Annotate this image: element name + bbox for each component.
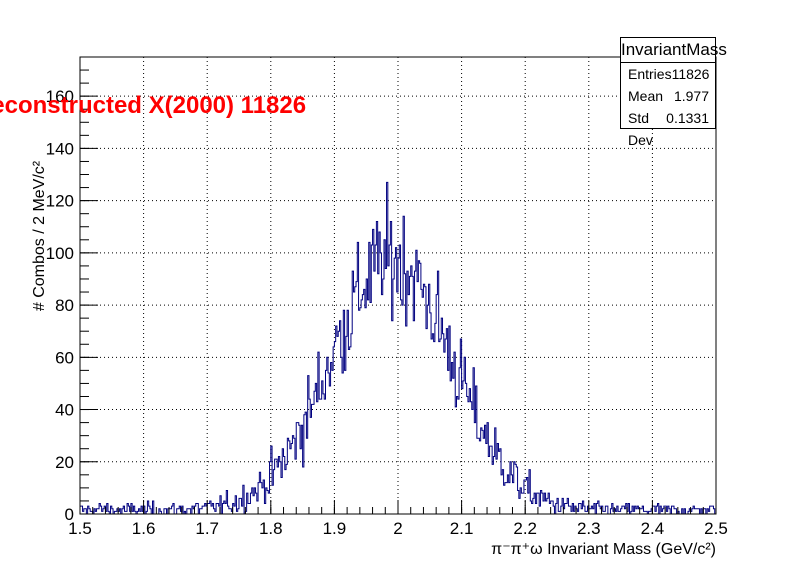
stats-label: Entries [628,66,672,82]
x-tick-label: 2.5 [704,519,728,538]
histogram-series [79,181,716,515]
y-tick-label: 140 [46,139,74,158]
x-tick-label: 2 [393,519,402,538]
y-tick-label: 40 [55,401,74,420]
x-tick-label: 2.3 [577,519,601,538]
stats-row-stddev: Std Dev 0.1331 [621,107,715,148]
y-tick-label: 20 [55,453,74,472]
x-axis: 1.5 1.6 1.7 1.8 1.9 2 2.1 2.2 2.3 2.4 2.5 [68,500,728,538]
x-tick-label: 1.6 [132,519,156,538]
stats-row-mean: Mean 1.977 [621,85,715,107]
y-tick-label: 60 [55,348,74,367]
stats-value: 0.1331 [666,110,709,126]
y-tick-label: 0 [65,505,74,524]
stats-title: InvariantMass [621,38,727,63]
x-tick-label: 2.4 [641,519,665,538]
x-tick-label: 1.7 [195,519,219,538]
stats-value: 11826 [671,66,710,82]
stats-row-entries: Entries 11826 [621,63,715,85]
stats-label: Mean [628,88,664,104]
y-axis-title: # Combos / 2 MeV/c² [31,160,48,311]
y-tick-label: 120 [46,192,74,211]
y-tick-label: 100 [46,244,74,263]
x-tick-label: 1.9 [323,519,347,538]
x-axis-title: π⁻π⁺ω Invariant Mass (GeV/c²) [491,541,716,558]
x-tick-label: 2.2 [513,519,537,538]
stats-value: 1.977 [673,88,709,104]
y-tick-label: 80 [55,296,74,315]
stats-box: InvariantMass Entries 11826 Mean 1.977 S… [620,37,727,148]
x-tick-label: 2.1 [450,519,474,538]
stats-label: Std Dev [628,110,653,148]
y-axis: 020406080100120140160 [46,56,98,524]
chart-title: Reconstructed X(2000) 11826 [0,92,306,119]
x-tick-label: 1.8 [259,519,283,538]
